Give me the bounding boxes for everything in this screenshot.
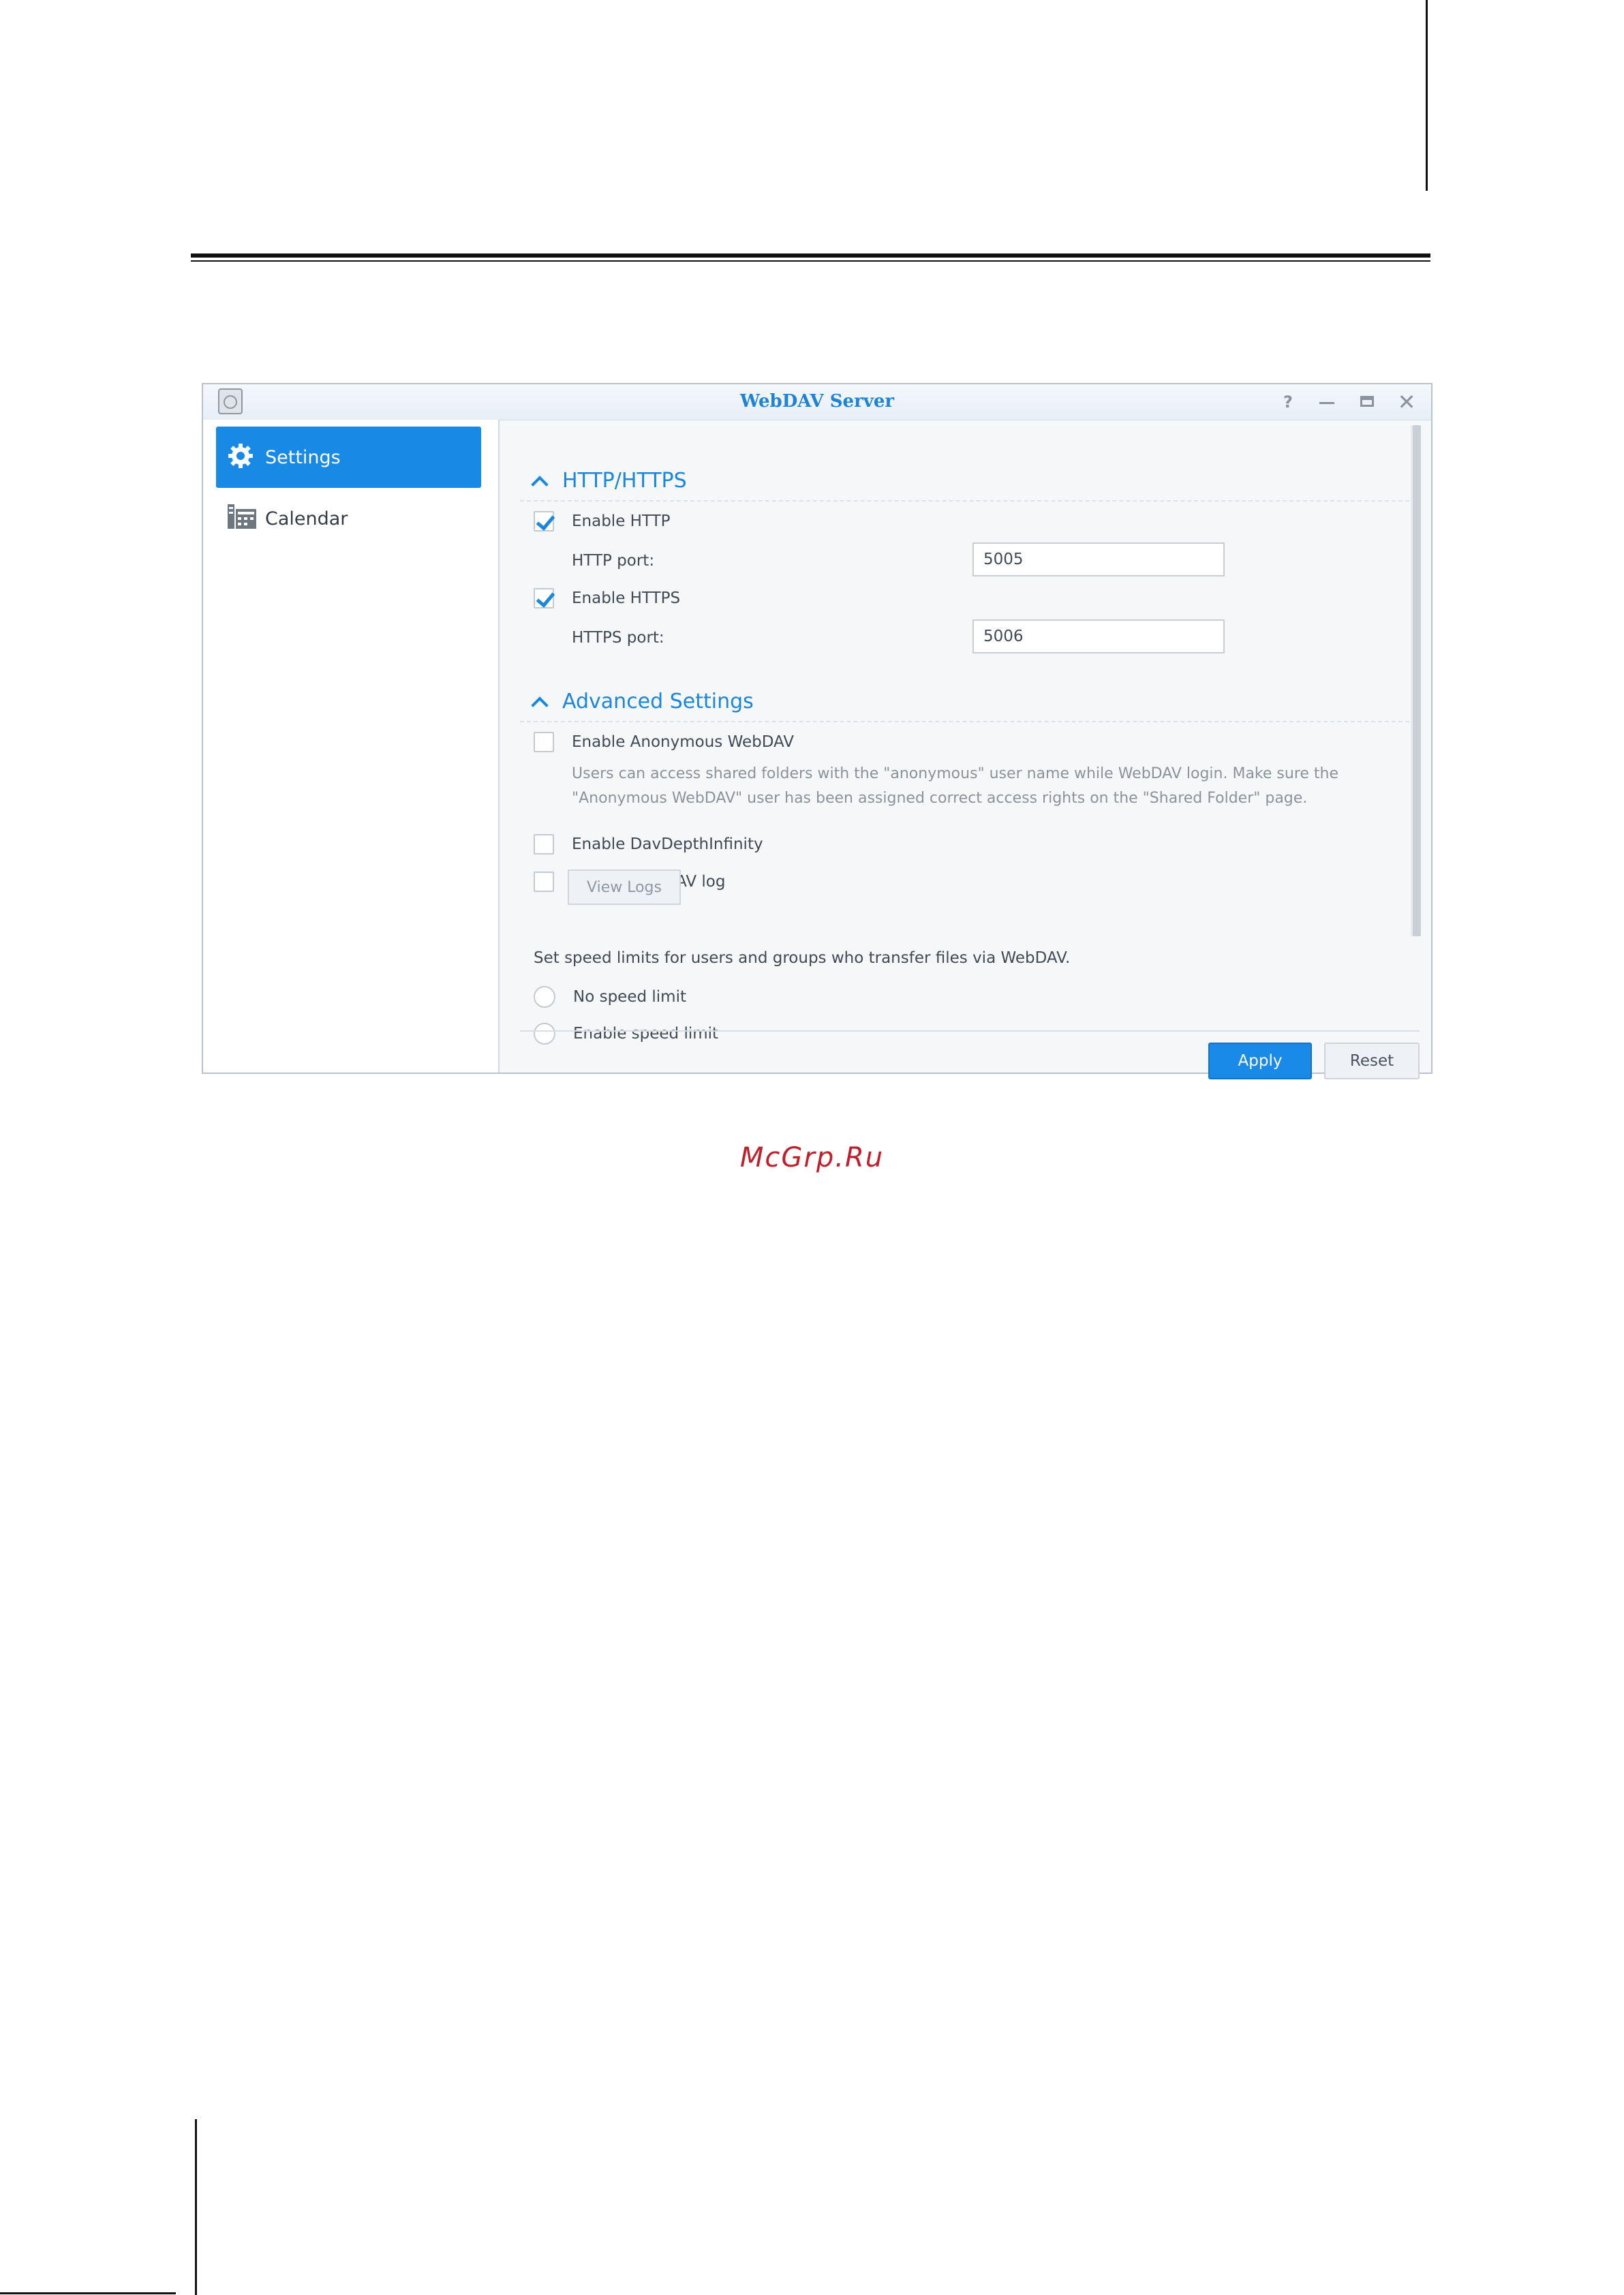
enable-http-row[interactable]: Enable HTTP: [534, 511, 671, 532]
enable-http-checkbox[interactable]: [534, 511, 554, 532]
sidebar-item-label: Settings: [265, 446, 341, 468]
anonymous-webdav-checkbox[interactable]: [534, 732, 554, 752]
enable-https-row[interactable]: Enable HTTPS: [534, 588, 680, 609]
enable-https-label: Enable HTTPS: [572, 589, 681, 607]
gear-icon: [227, 442, 257, 472]
page-rule-vertical-top: [1426, 0, 1428, 191]
enable-https-checkbox[interactable]: [534, 588, 554, 609]
collapse-chevron-icon: [531, 475, 549, 493]
collapse-chevron-icon: [531, 696, 549, 714]
dav-depth-infinity-label: Enable DavDepthInfinity: [572, 835, 763, 853]
close-icon[interactable]: ✕: [1394, 390, 1419, 414]
no-speed-limit-row[interactable]: No speed limit: [534, 986, 686, 1008]
no-speed-limit-label: No speed limit: [573, 988, 686, 1006]
https-port-label: HTTPS port:: [572, 629, 664, 647]
minimize-icon[interactable]: [1314, 390, 1338, 414]
dav-depth-infinity-row[interactable]: Enable DavDepthInfinity: [534, 834, 763, 854]
anonymous-webdav-row[interactable]: Enable Anonymous WebDAV: [534, 732, 794, 752]
speed-limit-description: Set speed limits for users and groups wh…: [534, 949, 1071, 967]
scrollbar-thumb[interactable]: [1413, 425, 1421, 936]
window-titlebar[interactable]: WebDAV Server ? ✕: [203, 384, 1431, 420]
description-line: "Anonymous WebDAV" user has been assigne…: [572, 790, 1308, 807]
description-line: Users can access shared folders with the…: [572, 765, 1339, 782]
enable-speed-limit-label: Enable speed limit: [573, 1025, 719, 1043]
page-rule-horizontal-thick: [191, 253, 1430, 258]
footer-divider: [520, 1030, 1420, 1032]
section-divider: [520, 721, 1409, 722]
sidebar: Settings Calendar: [203, 420, 500, 1073]
help-icon[interactable]: ?: [1276, 390, 1300, 414]
section-title: Advanced Settings: [562, 690, 754, 713]
http-port-input[interactable]: [972, 542, 1225, 576]
window-title: WebDAV Server: [739, 391, 895, 412]
sidebar-item-calendar[interactable]: Calendar: [216, 488, 481, 549]
section-title: HTTP/HTTPS: [562, 469, 687, 493]
calendar-icon: [227, 504, 257, 534]
page-rule-horizontal-thin: [191, 260, 1430, 262]
view-logs-button[interactable]: View Logs: [568, 869, 681, 905]
maximize-icon[interactable]: [1355, 390, 1379, 414]
anonymous-webdav-label: Enable Anonymous WebDAV: [572, 733, 795, 751]
reset-button[interactable]: Reset: [1324, 1043, 1420, 1079]
page-rule-vertical-bottom: [195, 2119, 197, 2295]
page-rule-horizontal-bottom: [0, 2292, 176, 2294]
settings-panel: HTTP/HTTPS Enable HTTP HTTP port: Enable…: [500, 420, 1431, 1073]
http-port-label: HTTP port:: [572, 552, 655, 570]
enable-speed-limit-row[interactable]: Enable speed limit: [534, 1023, 718, 1045]
no-speed-limit-radio[interactable]: [534, 986, 555, 1008]
section-advanced-settings[interactable]: Advanced Settings: [531, 690, 754, 714]
https-port-input[interactable]: [972, 619, 1225, 653]
anonymous-webdav-description: Users can access shared folders with the…: [572, 762, 1390, 811]
section-http-https[interactable]: HTTP/HTTPS: [531, 469, 687, 493]
enable-speed-limit-radio[interactable]: [534, 1023, 555, 1045]
enable-http-label: Enable HTTP: [572, 512, 671, 530]
webdav-log-checkbox[interactable]: [534, 872, 554, 892]
webdav-server-window: WebDAV Server ? ✕ Settings Calendar HTTP…: [202, 383, 1433, 1074]
watermark-text: McGrp.Ru: [739, 1142, 885, 1173]
sidebar-item-settings[interactable]: Settings: [216, 427, 481, 488]
sidebar-item-label: Calendar: [265, 508, 348, 529]
apply-button[interactable]: Apply: [1208, 1043, 1312, 1079]
section-divider: [520, 500, 1409, 502]
dav-depth-infinity-checkbox[interactable]: [534, 834, 554, 854]
